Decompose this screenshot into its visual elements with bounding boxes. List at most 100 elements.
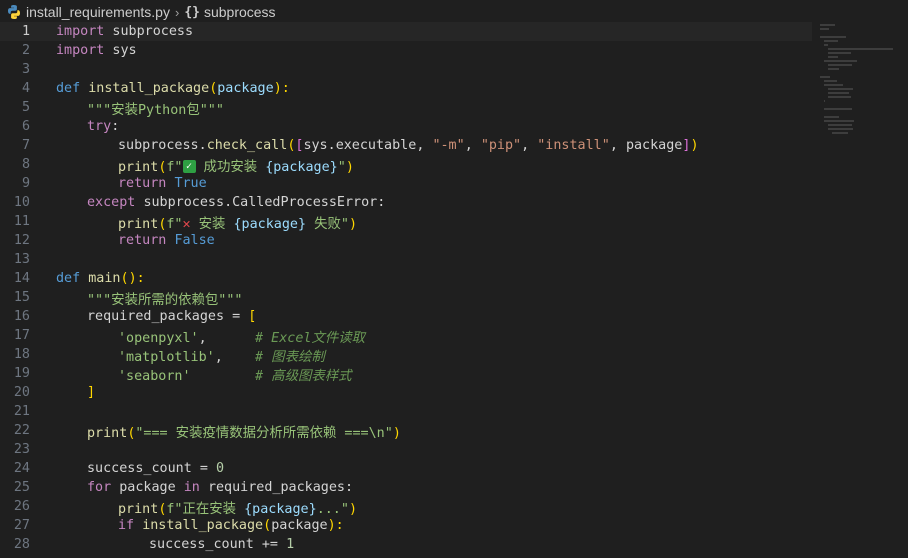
- code-line[interactable]: 20 ]: [0, 383, 812, 402]
- token: ):: [273, 81, 290, 96]
- code-line[interactable]: 3: [0, 60, 812, 79]
- code-line[interactable]: 7 subprocess.check_call([sys.executable,…: [0, 136, 812, 155]
- minimap-line: [820, 28, 829, 30]
- token: :: [377, 195, 386, 210]
- token: {package}: [233, 216, 307, 232]
- minimap-line: [828, 52, 852, 54]
- line-number: 2: [21, 43, 30, 58]
- code-line[interactable]: 15 """安装所需的依赖包""": [0, 288, 812, 308]
- minimap-line: [824, 120, 854, 122]
- braces-icon: {}: [184, 4, 200, 20]
- token: success_count: [149, 537, 254, 552]
- code-line[interactable]: 22 print("=== 安装疫情数据分析所需依赖 ===\n"): [0, 421, 812, 441]
- breadcrumb-symbol[interactable]: subprocess: [204, 4, 276, 20]
- token: # Excel文件读取: [206, 330, 366, 346]
- token: print: [118, 216, 159, 232]
- code-line[interactable]: 23: [0, 440, 812, 459]
- code-line[interactable]: 25 for package in required_packages:: [0, 478, 812, 497]
- line-number: 28: [13, 537, 30, 552]
- token: .: [224, 195, 233, 210]
- code-line[interactable]: 2 import sys: [0, 41, 812, 60]
- token: """安装Python包""": [87, 102, 224, 118]
- code-line[interactable]: 26 print(f"正在安装 {package}..."): [0, 497, 812, 517]
- line-number: 12: [13, 233, 30, 248]
- minimap-line: [828, 48, 893, 50]
- line-number: 17: [13, 328, 30, 343]
- line-number: 22: [13, 423, 30, 438]
- token: ): [348, 501, 357, 517]
- minimap-line: [828, 128, 854, 130]
- token: ): [690, 138, 699, 153]
- token: ...": [316, 501, 349, 517]
- minimap[interactable]: [816, 22, 908, 558]
- token: sys: [303, 138, 328, 153]
- code-line[interactable]: 19 'seaborn' # 高级图表样式: [0, 364, 812, 384]
- token: package: [217, 81, 274, 96]
- code-line[interactable]: 5 """安装Python包""": [0, 98, 812, 118]
- code-line[interactable]: 27 if install_package(package):: [0, 516, 812, 535]
- line-number: 9: [21, 176, 30, 191]
- token: in: [183, 480, 200, 495]
- minimap-line: [820, 36, 847, 38]
- token: package: [625, 138, 683, 153]
- token: .: [198, 138, 207, 153]
- code-line[interactable]: 6 try:: [0, 117, 812, 136]
- token: subprocess: [118, 138, 199, 153]
- minimap-line: [824, 116, 840, 118]
- code-line[interactable]: 9 return True: [0, 174, 812, 193]
- breadcrumb-file[interactable]: install_requirements.py: [26, 4, 170, 20]
- token: :: [345, 480, 354, 495]
- line-number: 5: [21, 100, 30, 115]
- code-editor[interactable]: 1 import subprocess 2 import sys 3 4 def…: [0, 22, 908, 558]
- code-line[interactable]: 4 def install_package(package):: [0, 79, 812, 98]
- code-line[interactable]: 24 success_count = 0: [0, 459, 812, 478]
- code-line[interactable]: 1 import subprocess: [0, 22, 812, 41]
- token: import: [56, 43, 105, 58]
- token: required_packages: [207, 480, 345, 495]
- minimap-line: [824, 84, 843, 86]
- code-line[interactable]: 18 'matplotlib', # 图表绘制: [0, 345, 812, 365]
- token: subprocess: [143, 195, 225, 210]
- token: install_package: [142, 518, 264, 533]
- code-line[interactable]: 16 required_packages = [: [0, 307, 812, 326]
- token: print: [87, 425, 128, 441]
- token: def: [56, 81, 81, 96]
- code-line[interactable]: 21: [0, 402, 812, 421]
- code-line[interactable]: 13: [0, 250, 812, 269]
- code-line[interactable]: 17 'openpyxl', # Excel文件读取: [0, 326, 812, 346]
- minimap-line: [824, 100, 825, 102]
- line-number: 24: [13, 461, 30, 476]
- token: 安装: [190, 216, 234, 232]
- minimap-line: [824, 80, 837, 82]
- code-line[interactable]: 28 success_count += 1: [0, 535, 812, 554]
- code-line[interactable]: 8 print(f" ✓ 成功安装 {package}"): [0, 155, 812, 175]
- token: install_package: [88, 81, 210, 96]
- token: "=== 安装疫情数据分析所需依赖 ===\n": [135, 425, 393, 441]
- token: """安装所需的依赖包""": [87, 292, 243, 308]
- token: ,: [416, 138, 433, 153]
- token: ,: [609, 138, 626, 153]
- token: ,: [521, 138, 538, 153]
- minimap-line: [832, 132, 849, 134]
- minimap-line: [824, 40, 838, 42]
- code-line[interactable]: 10 except subprocess.CalledProcessError:: [0, 193, 812, 212]
- token: 1: [286, 537, 295, 552]
- code-line[interactable]: 12 return False: [0, 231, 812, 250]
- line-number: 27: [13, 518, 30, 533]
- token: ):: [128, 271, 145, 286]
- line-number: 3: [21, 62, 30, 77]
- line-number: 23: [13, 442, 30, 457]
- token: print: [118, 501, 159, 517]
- token: success_count: [87, 461, 192, 476]
- token: ]: [87, 385, 96, 400]
- code-line[interactable]: 11 print(f"✕ 安装 {package} 失败"): [0, 212, 812, 232]
- code-line[interactable]: 14 def main():: [0, 269, 812, 288]
- token: if: [118, 518, 135, 533]
- token: package: [271, 518, 328, 533]
- token: print: [118, 159, 159, 175]
- token: "install": [537, 138, 610, 153]
- line-number: 7: [21, 138, 30, 153]
- token: ,: [198, 330, 207, 346]
- token: 失败": [306, 216, 349, 232]
